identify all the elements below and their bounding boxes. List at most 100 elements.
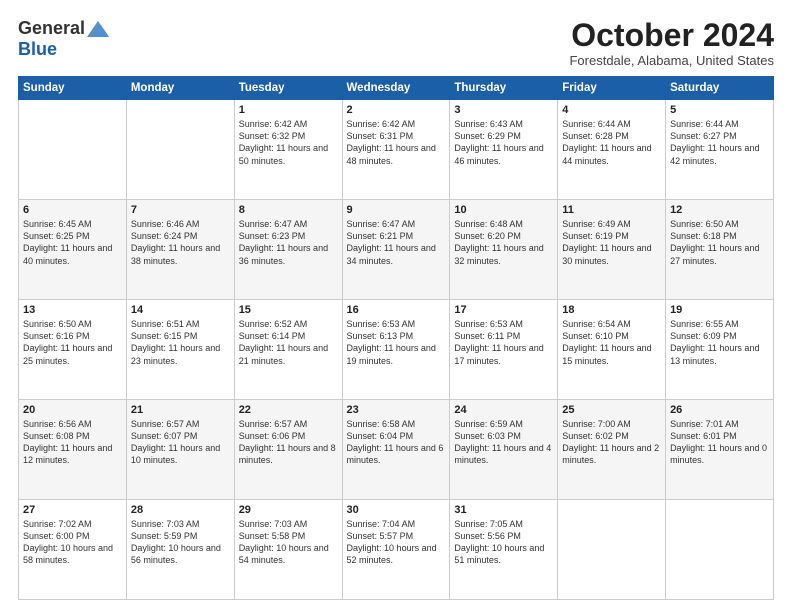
cell-details: Sunrise: 7:05 AM Sunset: 5:56 PM Dayligh… <box>454 518 553 567</box>
title-area: October 2024 Forestdale, Alabama, United… <box>569 18 774 68</box>
day-number: 12 <box>670 204 769 216</box>
calendar-cell: 7Sunrise: 6:46 AM Sunset: 6:24 PM Daylig… <box>126 200 234 300</box>
day-number: 30 <box>347 504 446 516</box>
cell-details: Sunrise: 6:42 AM Sunset: 6:32 PM Dayligh… <box>239 118 338 167</box>
calendar-cell: 1 Sunrise: 6:42 AM Sunset: 6:32 PM Daylig… <box>234 100 342 200</box>
day-number: 4 <box>562 104 661 116</box>
calendar-cell: 15 Sunrise: 6:52 AM Sunset: 6:14 PM Dayli… <box>234 300 342 400</box>
cell-details: Sunrise: 6:59 AM Sunset: 6:03 PM Dayligh… <box>454 418 553 467</box>
cell-details: Sunrise: 6:52 AM Sunset: 6:14 PM Dayligh… <box>239 318 338 367</box>
day-number: 11 <box>562 204 661 216</box>
cell-details: Sunrise: 6:44 AM Sunset: 6:27 PM Dayligh… <box>670 118 769 167</box>
cell-details: Sunrise: 6:55 AM Sunset: 6:09 PM Dayligh… <box>670 318 769 367</box>
calendar-cell: 26 Sunrise: 7:01 AM Sunset: 6:01 PM Dayli… <box>666 400 774 500</box>
calendar-cell: 27Sunrise: 7:02 AM Sunset: 6:00 PM Dayli… <box>19 500 127 600</box>
calendar-cell: 20 Sunrise: 6:56 AM Sunset: 6:08 PM Dayli… <box>19 400 127 500</box>
calendar-week-row: 6 Sunrise: 6:45 AM Sunset: 6:25 PM Daylig… <box>19 200 774 300</box>
calendar-cell <box>558 500 666 600</box>
calendar-cell: 22 Sunrise: 6:57 AM Sunset: 6:06 PM Dayli… <box>234 400 342 500</box>
cell-details: Sunrise: 6:49 AM Sunset: 6:19 PM Dayligh… <box>562 218 661 267</box>
calendar-cell: 18Sunrise: 6:54 AM Sunset: 6:10 PM Dayli… <box>558 300 666 400</box>
calendar-cell: 14 Sunrise: 6:51 AM Sunset: 6:15 PM Dayli… <box>126 300 234 400</box>
weekday-header: Saturday <box>666 77 774 100</box>
cell-details: Sunrise: 7:03 AM Sunset: 5:58 PM Dayligh… <box>239 518 338 567</box>
calendar-cell: 16 Sunrise: 6:53 AM Sunset: 6:13 PM Dayli… <box>342 300 450 400</box>
day-number: 27 <box>23 504 122 516</box>
weekday-header: Friday <box>558 77 666 100</box>
calendar-cell: 6 Sunrise: 6:45 AM Sunset: 6:25 PM Daylig… <box>19 200 127 300</box>
location: Forestdale, Alabama, United States <box>569 53 774 68</box>
day-number: 15 <box>239 304 338 316</box>
cell-details: Sunrise: 6:57 AM Sunset: 6:07 PM Dayligh… <box>131 418 230 467</box>
day-number: 5 <box>670 104 769 116</box>
calendar-table: SundayMondayTuesdayWednesdayThursdayFrid… <box>18 76 774 600</box>
weekday-header: Wednesday <box>342 77 450 100</box>
calendar-cell <box>666 500 774 600</box>
day-number: 1 <box>239 104 338 116</box>
header: General Blue October 2024 Forestdale, Al… <box>18 18 774 68</box>
calendar-cell: 8Sunrise: 6:47 AM Sunset: 6:23 PM Daylig… <box>234 200 342 300</box>
cell-details: Sunrise: 6:47 AM Sunset: 6:21 PM Dayligh… <box>347 218 446 267</box>
logo: General Blue <box>18 18 109 60</box>
cell-details: Sunrise: 6:58 AM Sunset: 6:04 PM Dayligh… <box>347 418 446 467</box>
calendar-cell: 24 Sunrise: 6:59 AM Sunset: 6:03 PM Dayli… <box>450 400 558 500</box>
cell-details: Sunrise: 7:00 AM Sunset: 6:02 PM Dayligh… <box>562 418 661 467</box>
day-number: 23 <box>347 404 446 416</box>
day-number: 16 <box>347 304 446 316</box>
day-number: 24 <box>454 404 553 416</box>
day-number: 26 <box>670 404 769 416</box>
calendar-cell <box>126 100 234 200</box>
cell-details: Sunrise: 7:01 AM Sunset: 6:01 PM Dayligh… <box>670 418 769 467</box>
cell-details: Sunrise: 6:57 AM Sunset: 6:06 PM Dayligh… <box>239 418 338 467</box>
calendar-cell: 29 Sunrise: 7:03 AM Sunset: 5:58 PM Dayli… <box>234 500 342 600</box>
day-number: 6 <box>23 204 122 216</box>
calendar-cell: 11 Sunrise: 6:49 AM Sunset: 6:19 PM Dayli… <box>558 200 666 300</box>
calendar-cell: 28Sunrise: 7:03 AM Sunset: 5:59 PM Dayli… <box>126 500 234 600</box>
day-number: 2 <box>347 104 446 116</box>
day-number: 13 <box>23 304 122 316</box>
cell-details: Sunrise: 6:56 AM Sunset: 6:08 PM Dayligh… <box>23 418 122 467</box>
calendar-week-row: 27Sunrise: 7:02 AM Sunset: 6:00 PM Dayli… <box>19 500 774 600</box>
cell-details: Sunrise: 6:50 AM Sunset: 6:18 PM Dayligh… <box>670 218 769 267</box>
day-number: 9 <box>347 204 446 216</box>
cell-details: Sunrise: 7:03 AM Sunset: 5:59 PM Dayligh… <box>131 518 230 567</box>
logo-blue-text: Blue <box>18 39 57 60</box>
calendar-cell: 4 Sunrise: 6:44 AM Sunset: 6:28 PM Daylig… <box>558 100 666 200</box>
calendar-week-row: 20 Sunrise: 6:56 AM Sunset: 6:08 PM Dayli… <box>19 400 774 500</box>
calendar-cell: 25Sunrise: 7:00 AM Sunset: 6:02 PM Dayli… <box>558 400 666 500</box>
day-number: 19 <box>670 304 769 316</box>
day-number: 8 <box>239 204 338 216</box>
calendar-cell: 5 Sunrise: 6:44 AM Sunset: 6:27 PM Daylig… <box>666 100 774 200</box>
calendar-cell: 10Sunrise: 6:48 AM Sunset: 6:20 PM Dayli… <box>450 200 558 300</box>
calendar-cell: 13Sunrise: 6:50 AM Sunset: 6:16 PM Dayli… <box>19 300 127 400</box>
calendar-cell <box>19 100 127 200</box>
cell-details: Sunrise: 6:46 AM Sunset: 6:24 PM Dayligh… <box>131 218 230 267</box>
day-number: 21 <box>131 404 230 416</box>
month-title: October 2024 <box>569 18 774 53</box>
calendar-cell: 3Sunrise: 6:43 AM Sunset: 6:29 PM Daylig… <box>450 100 558 200</box>
day-number: 22 <box>239 404 338 416</box>
day-number: 10 <box>454 204 553 216</box>
day-number: 14 <box>131 304 230 316</box>
cell-details: Sunrise: 6:51 AM Sunset: 6:15 PM Dayligh… <box>131 318 230 367</box>
cell-details: Sunrise: 6:54 AM Sunset: 6:10 PM Dayligh… <box>562 318 661 367</box>
weekday-header: Monday <box>126 77 234 100</box>
cell-details: Sunrise: 6:44 AM Sunset: 6:28 PM Dayligh… <box>562 118 661 167</box>
logo-icon <box>87 21 109 37</box>
cell-details: Sunrise: 6:53 AM Sunset: 6:13 PM Dayligh… <box>347 318 446 367</box>
cell-details: Sunrise: 6:45 AM Sunset: 6:25 PM Dayligh… <box>23 218 122 267</box>
calendar-cell: 12 Sunrise: 6:50 AM Sunset: 6:18 PM Dayli… <box>666 200 774 300</box>
calendar-week-row: 13Sunrise: 6:50 AM Sunset: 6:16 PM Dayli… <box>19 300 774 400</box>
calendar-cell: 30Sunrise: 7:04 AM Sunset: 5:57 PM Dayli… <box>342 500 450 600</box>
cell-details: Sunrise: 6:53 AM Sunset: 6:11 PM Dayligh… <box>454 318 553 367</box>
page: General Blue October 2024 Forestdale, Al… <box>0 0 792 612</box>
day-number: 3 <box>454 104 553 116</box>
calendar-cell: 21 Sunrise: 6:57 AM Sunset: 6:07 PM Dayli… <box>126 400 234 500</box>
day-number: 29 <box>239 504 338 516</box>
calendar-week-row: 1 Sunrise: 6:42 AM Sunset: 6:32 PM Daylig… <box>19 100 774 200</box>
calendar-cell: 9 Sunrise: 6:47 AM Sunset: 6:21 PM Daylig… <box>342 200 450 300</box>
weekday-header: Thursday <box>450 77 558 100</box>
weekday-header: Sunday <box>19 77 127 100</box>
calendar-cell: 17Sunrise: 6:53 AM Sunset: 6:11 PM Dayli… <box>450 300 558 400</box>
day-number: 20 <box>23 404 122 416</box>
